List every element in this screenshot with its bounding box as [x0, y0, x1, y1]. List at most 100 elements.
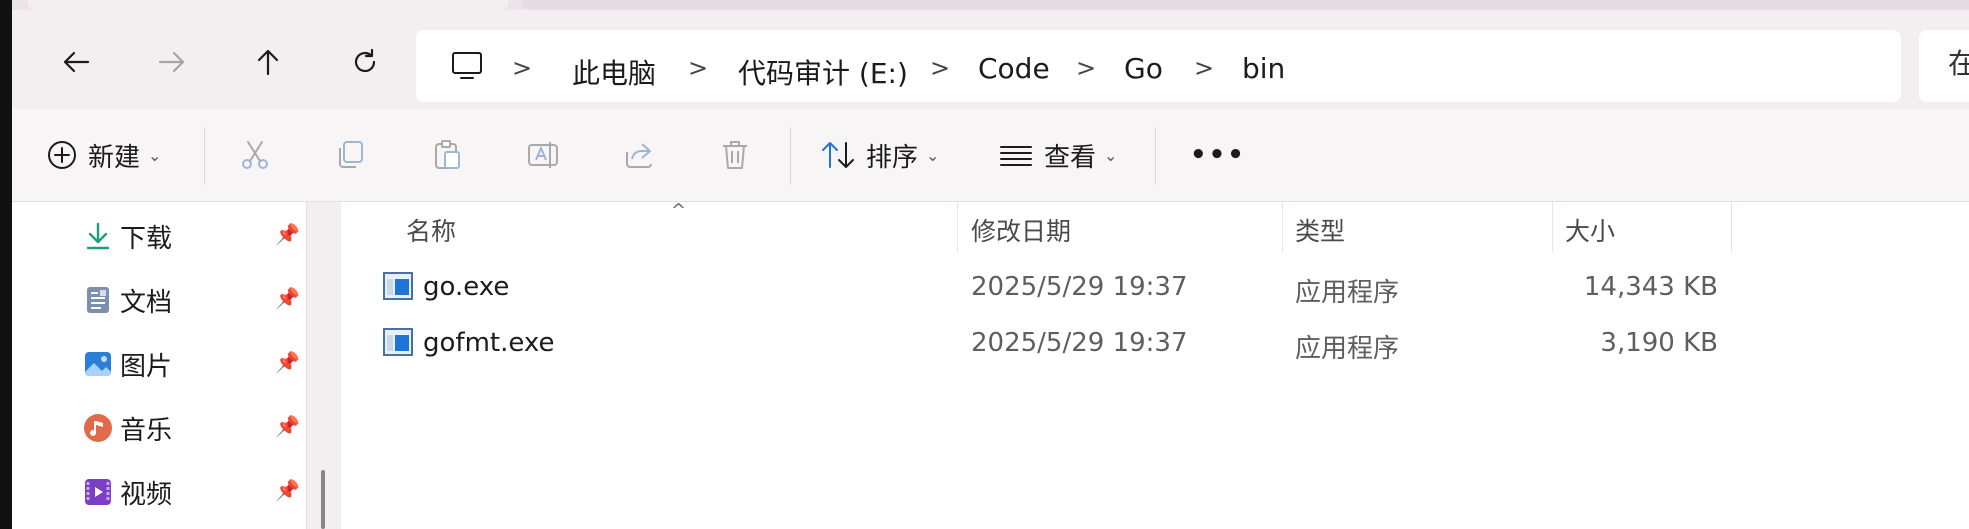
- music-icon: [84, 414, 112, 442]
- new-button[interactable]: 新建 ⌄: [46, 133, 161, 177]
- title-bar: [12, 0, 1969, 10]
- share-icon: [626, 143, 652, 168]
- sidebar-item-label: 文档: [120, 287, 173, 318]
- refresh-icon: [354, 48, 376, 73]
- sidebar-scrollbar[interactable]: [306, 202, 341, 529]
- sidebar-item-downloads[interactable]: 下载: [82, 211, 172, 261]
- breadcrumb-separator: >: [688, 54, 709, 82]
- file-size: 3,190 KB: [1600, 328, 1718, 358]
- toolbar-divider: [1155, 127, 1156, 185]
- breadcrumb-separator: >: [1076, 54, 1097, 82]
- breadcrumb-separator: >: [1194, 54, 1215, 82]
- file-list: ^ 名称 修改日期 类型 大小 go.exe 2025/5/29 19:37 应…: [341, 200, 1969, 529]
- sidebar-item-videos[interactable]: 视频: [82, 467, 172, 517]
- chevron-down-icon: ⌄: [148, 145, 162, 165]
- column-divider[interactable]: [1552, 202, 1553, 252]
- arrow-up-icon: [257, 49, 279, 76]
- application-icon: [383, 272, 413, 300]
- column-divider[interactable]: [1731, 202, 1732, 252]
- breadcrumb-separator: >: [512, 54, 533, 82]
- sort-button[interactable]: 排序 ⌄: [820, 133, 939, 177]
- scissors-icon: [242, 141, 268, 169]
- tab-strip-area: [522, 0, 1969, 10]
- cut-button[interactable]: [238, 133, 272, 177]
- navigation-bar: > 此电脑 > 代码审计 (E:) > Code > Go > bin 在: [12, 10, 1969, 109]
- document-icon: [87, 287, 109, 313]
- tab-strip[interactable]: [28, 0, 508, 10]
- column-header-name[interactable]: 名称: [406, 212, 456, 248]
- rename-button[interactable]: [526, 133, 560, 177]
- table-row[interactable]: go.exe 2025/5/29 19:37 应用程序 14,343 KB: [341, 262, 1969, 314]
- breadcrumb-bin[interactable]: bin: [1242, 52, 1285, 85]
- file-size: 14,343 KB: [1583, 272, 1718, 302]
- pin-icon[interactable]: 📌: [275, 478, 300, 502]
- pin-icon[interactable]: 📌: [275, 286, 300, 310]
- trash-icon: [723, 141, 747, 169]
- address-bar[interactable]: > 此电脑 > 代码审计 (E:) > Code > Go > bin: [416, 30, 1901, 102]
- computer-icon: [452, 52, 482, 79]
- file-type: 应用程序: [1295, 334, 1400, 364]
- paste-button[interactable]: [430, 133, 464, 177]
- breadcrumb-this-pc[interactable]: 此电脑: [572, 52, 656, 92]
- pin-icon[interactable]: 📌: [275, 222, 300, 246]
- scrollbar-thumb[interactable]: [321, 470, 325, 529]
- view-label: 查看: [1044, 142, 1097, 173]
- pictures-icon: [85, 352, 111, 377]
- new-label: 新建: [88, 142, 141, 173]
- download-icon: [86, 222, 110, 250]
- pin-icon[interactable]: 📌: [275, 350, 300, 374]
- more-options-button[interactable]: •••: [1190, 133, 1246, 177]
- arrow-right-icon: [158, 51, 185, 73]
- more-icon: •••: [1190, 140, 1246, 170]
- breadcrumb-drive-e[interactable]: 代码审计 (E:): [738, 52, 908, 92]
- sort-icon: [822, 142, 854, 168]
- table-row[interactable]: gofmt.exe 2025/5/29 19:37 应用程序 3,190 KB: [341, 318, 1969, 370]
- search-placeholder: 在: [1948, 47, 1969, 80]
- refresh-button[interactable]: [343, 40, 387, 84]
- sidebar-item-label: 视频: [120, 479, 173, 510]
- clipboard-icon: [435, 140, 460, 169]
- sidebar-item-label: 图片: [120, 351, 173, 382]
- file-type: 应用程序: [1295, 278, 1400, 308]
- copy-icon: [339, 141, 363, 168]
- forward-button[interactable]: [150, 40, 194, 84]
- up-button[interactable]: [246, 40, 290, 84]
- column-header-modified[interactable]: 修改日期: [971, 212, 1071, 248]
- delete-button[interactable]: [718, 133, 752, 177]
- column-header-size[interactable]: 大小: [1565, 212, 1615, 248]
- view-button[interactable]: 查看 ⌄: [998, 133, 1117, 177]
- sidebar-item-pictures[interactable]: 图片: [82, 339, 172, 389]
- share-button[interactable]: [622, 133, 656, 177]
- file-name: gofmt.exe: [423, 328, 555, 358]
- pin-icon[interactable]: 📌: [275, 414, 300, 438]
- breadcrumb-code[interactable]: Code: [978, 52, 1050, 85]
- view-list-icon: [1000, 146, 1032, 166]
- navigation-pane: 下载 📌 文档 📌 图片 📌 音乐 📌 视频 📌: [12, 202, 308, 529]
- sidebar-item-label: 下载: [120, 223, 173, 254]
- copy-button[interactable]: [334, 133, 368, 177]
- breadcrumb-separator: >: [930, 54, 951, 82]
- column-divider[interactable]: [957, 202, 958, 252]
- back-button[interactable]: [54, 40, 98, 84]
- chevron-down-icon: ⌄: [926, 145, 940, 165]
- sidebar-item-label: 音乐: [120, 415, 173, 446]
- video-icon: [85, 479, 111, 505]
- sidebar-item-music[interactable]: 音乐: [82, 403, 172, 453]
- rename-icon: [528, 142, 558, 168]
- toolbar-divider: [204, 127, 205, 185]
- command-toolbar: 新建 ⌄ 排序 ⌄ 查看 ⌄ •••: [12, 109, 1969, 202]
- plus-circle-icon: [48, 141, 76, 169]
- breadcrumb-go[interactable]: Go: [1124, 52, 1163, 85]
- sort-ascending-icon: ^: [671, 200, 687, 221]
- column-divider[interactable]: [1282, 202, 1283, 252]
- file-modified: 2025/5/29 19:37: [971, 272, 1188, 302]
- sort-label: 排序: [866, 142, 919, 173]
- sidebar-item-documents[interactable]: 文档: [82, 275, 172, 325]
- window-edge: [0, 0, 12, 529]
- application-icon: [383, 328, 413, 356]
- chevron-down-icon: ⌄: [1104, 145, 1118, 165]
- arrow-left-icon: [63, 51, 90, 73]
- toolbar-divider: [790, 127, 791, 185]
- column-header-type[interactable]: 类型: [1295, 212, 1345, 248]
- file-modified: 2025/5/29 19:37: [971, 328, 1188, 358]
